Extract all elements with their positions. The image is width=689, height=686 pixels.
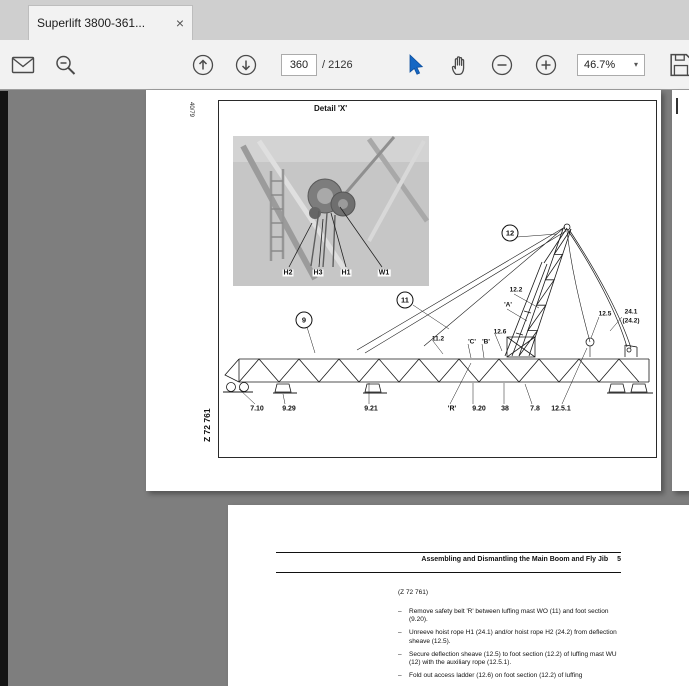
header-page-number: 5 bbox=[617, 556, 621, 563]
photo-label-h2: H2 bbox=[282, 269, 294, 277]
bottom-label-7-8: 7.8 bbox=[530, 405, 540, 413]
callout-12-6: 12.6 bbox=[493, 328, 507, 336]
pointer-cursor-icon bbox=[409, 53, 424, 75]
arrow-up-circle-icon bbox=[192, 54, 214, 75]
page-number-input[interactable] bbox=[281, 53, 317, 76]
document-tab[interactable]: Superlift 3800-361... × bbox=[28, 5, 193, 40]
list-item-text: Secure deflection sheave (12.5) to foot … bbox=[409, 650, 617, 667]
next-page-frame-line bbox=[676, 98, 678, 114]
bottom-label-9-21: 9.21 bbox=[364, 405, 378, 413]
header-rule-top bbox=[276, 552, 621, 553]
callout-11-2: 11.2 bbox=[431, 335, 445, 343]
arrow-down-circle-icon bbox=[235, 54, 257, 75]
select-tool-button[interactable] bbox=[400, 53, 430, 77]
next-page-edge bbox=[672, 90, 689, 491]
bottom-label-38: 38 bbox=[501, 405, 509, 413]
toolbar: / 2126 46.7% ▾ bbox=[0, 40, 689, 90]
zoom-level-value: 46.7% bbox=[584, 58, 616, 71]
pdf-page-1: 40/79 Z 72 761 Detail 'X' H2 H3 H1 W1 12… bbox=[146, 90, 661, 491]
minus-circle-icon bbox=[491, 54, 513, 75]
list-item: – Fold out access ladder (12.6) on foot … bbox=[398, 672, 624, 680]
callout-c: 'C' bbox=[468, 338, 476, 346]
list-item: – Remove safety belt 'R' between luffing… bbox=[398, 608, 624, 625]
bottom-label-9-29: 9.29 bbox=[282, 405, 296, 413]
email-button[interactable] bbox=[8, 55, 38, 74]
callout-12-5: 12.5 bbox=[598, 310, 612, 318]
tab-title: Superlift 3800-361... bbox=[37, 16, 146, 30]
list-item: – Unreeve hoist rope H1 (24.1) and/or ho… bbox=[398, 629, 624, 646]
bullet-dash: – bbox=[398, 629, 402, 637]
list-item-text: Fold out access ladder (12.6) on foot se… bbox=[409, 672, 583, 680]
plus-circle-icon bbox=[535, 54, 557, 75]
marquee-zoom-button[interactable] bbox=[50, 53, 80, 76]
header-title: Assembling and Dismantling the Main Boom… bbox=[421, 556, 609, 563]
envelope-icon bbox=[11, 56, 35, 73]
page-header: Assembling and Dismantling the Main Boom… bbox=[276, 556, 621, 563]
save-button[interactable] bbox=[666, 52, 689, 77]
bottom-label-7-10: 7.10 bbox=[250, 405, 264, 413]
bullet-dash: – bbox=[398, 672, 402, 680]
magnifier-minus-icon bbox=[55, 55, 75, 75]
list-item-text: Unreeve hoist rope H1 (24.1) and/or hois… bbox=[409, 629, 617, 645]
zoom-level-dropdown[interactable]: 46.7% ▾ bbox=[577, 53, 645, 76]
bottom-label-r: 'R' bbox=[447, 405, 457, 413]
callout-24-2: (24.2) bbox=[622, 317, 640, 325]
zoom-in-button[interactable] bbox=[531, 52, 561, 78]
sheet-index-label: 40/79 bbox=[188, 102, 194, 118]
callout-a: 'A' bbox=[504, 301, 512, 309]
page-count: / 2126 bbox=[322, 59, 362, 71]
detail-title: Detail 'X' bbox=[314, 104, 348, 113]
page-number-field bbox=[281, 53, 317, 76]
next-page-button[interactable] bbox=[231, 52, 261, 78]
instruction-list: – Remove safety belt 'R' between luffing… bbox=[398, 608, 624, 685]
hand-tool-button[interactable] bbox=[443, 52, 473, 77]
tab-bar: Superlift 3800-361... × bbox=[0, 0, 689, 40]
drawing-number-label: Z 72 761 bbox=[202, 408, 212, 442]
close-tab-icon[interactable]: × bbox=[176, 16, 184, 30]
zoom-out-button[interactable] bbox=[487, 52, 517, 78]
callout-circle-11: 11 bbox=[396, 291, 414, 309]
photo-label-h1: H1 bbox=[340, 269, 352, 277]
left-edge-panel bbox=[0, 91, 8, 686]
callout-24-1: 24.1 bbox=[624, 308, 638, 316]
hand-icon bbox=[451, 55, 464, 75]
callout-b: 'B' bbox=[482, 338, 490, 346]
bottom-label-12-5-1: 12.5.1 bbox=[551, 405, 571, 413]
detail-photo bbox=[233, 136, 430, 286]
callout-circle-12: 12 bbox=[501, 224, 519, 242]
drawing-frame: Detail 'X' H2 H3 H1 W1 12 11 9 12.2 'A' … bbox=[218, 100, 657, 458]
pdf-page-2: Assembling and Dismantling the Main Boom… bbox=[228, 505, 689, 686]
bullet-dash: – bbox=[398, 650, 402, 658]
callout-12-2: 12.2 bbox=[509, 286, 523, 294]
floppy-save-icon bbox=[669, 53, 689, 76]
figure-reference: (Z 72 761) bbox=[398, 589, 428, 596]
page-count-label: / 2126 bbox=[322, 58, 353, 71]
chevron-down-icon: ▾ bbox=[633, 60, 638, 69]
list-item: – Secure deflection sheave (12.5) to foo… bbox=[398, 651, 624, 668]
bottom-label-9-20: 9.20 bbox=[472, 405, 486, 413]
previous-page-button[interactable] bbox=[188, 52, 218, 78]
bullet-dash: – bbox=[398, 608, 402, 615]
callout-circle-9: 9 bbox=[295, 311, 313, 329]
crane-drawing bbox=[223, 136, 653, 405]
photo-label-w1: W1 bbox=[377, 269, 391, 277]
photo-label-h3: H3 bbox=[312, 269, 324, 277]
header-rule-bottom bbox=[276, 572, 621, 573]
list-item-text: Remove safety belt 'R' between luffing m… bbox=[409, 608, 609, 624]
